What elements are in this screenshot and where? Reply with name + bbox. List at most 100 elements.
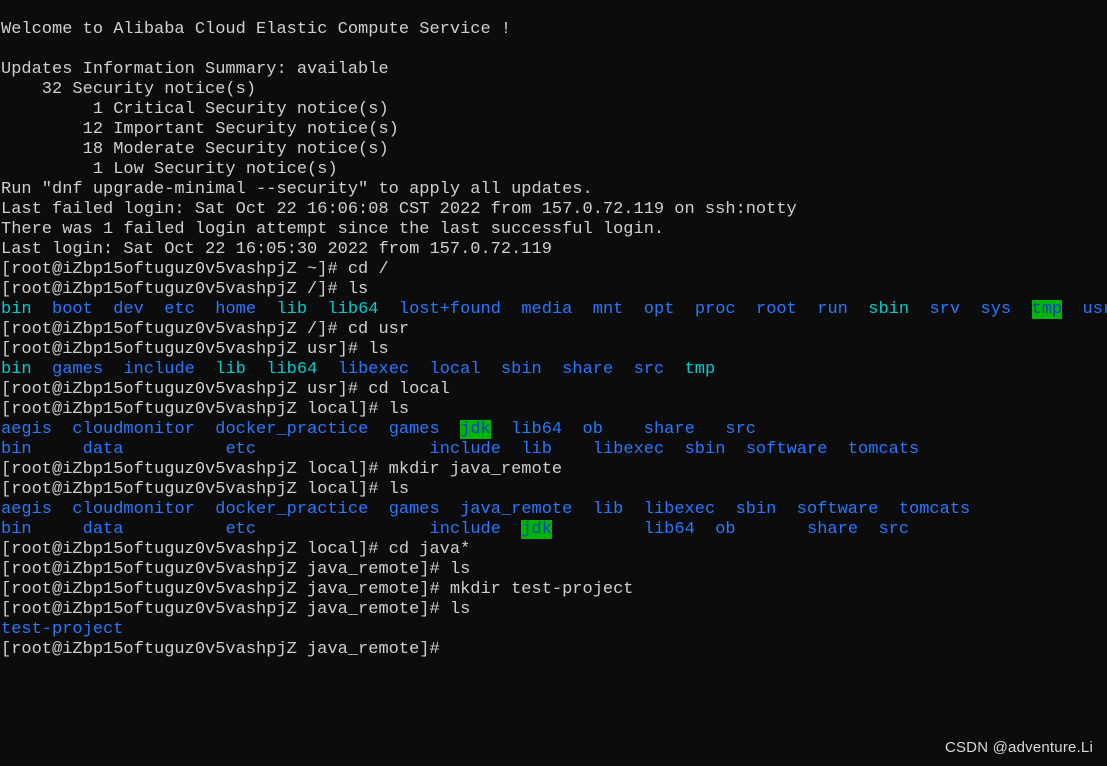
- ls-entry: bin: [1, 440, 32, 459]
- shell-prompt: [root@iZbp15oftuguz0v5vashpjZ java_remot…: [1, 640, 450, 659]
- ls-output-root: bin boot dev etc home lib lib64 lost+fou…: [0, 300, 1107, 320]
- command-text: ls: [449, 600, 471, 619]
- ls-entry-spacer: [491, 420, 511, 439]
- ls-entry-spacer: [572, 300, 592, 319]
- ls-entry: ob: [715, 520, 736, 539]
- command-line-mkdir-test-project: [root@iZbp15oftuguz0v5vashpjZ java_remot…: [0, 580, 1107, 600]
- ls-entry-spacer: [715, 500, 735, 519]
- ls-entry: tomcats: [898, 500, 971, 519]
- ls-entry-spacer: [501, 440, 521, 459]
- ls-entry-spacer: [52, 500, 72, 519]
- ls-entry-spacer: [664, 360, 684, 379]
- ls-entry-spacer: [695, 420, 726, 439]
- ls-entry: lib64: [266, 360, 318, 379]
- ls-entry: lib64: [327, 300, 379, 319]
- ls-output-local-before-row2: bin data etc include lib libexec sbin so…: [0, 440, 1107, 460]
- ls-entry: libexec: [643, 500, 716, 519]
- shell-prompt: [root@iZbp15oftuguz0v5vashpjZ local]#: [1, 400, 389, 419]
- ls-entry-spacer: [32, 520, 83, 539]
- ls-entry: data: [82, 520, 124, 539]
- ls-entry: lib: [521, 440, 552, 459]
- ls-entry: etc: [164, 300, 195, 319]
- ls-entry: docker_practice: [215, 500, 369, 519]
- ls-entry: src: [725, 420, 756, 439]
- command-text: ls: [449, 560, 471, 579]
- ls-entry-spacer: [1011, 300, 1031, 319]
- ls-entry-spacer: [246, 360, 266, 379]
- command-text: cd java*: [388, 540, 471, 559]
- command-text: ls: [347, 280, 369, 299]
- ls-entry-spacer: [256, 300, 276, 319]
- ls-entry: software: [745, 440, 828, 459]
- command-line-final-prompt[interactable]: [root@iZbp15oftuguz0v5vashpjZ java_remot…: [0, 640, 1107, 660]
- ls-entry: etc: [225, 440, 257, 459]
- ls-entry: jdk: [460, 420, 491, 439]
- ls-entry-spacer: [695, 520, 715, 539]
- ls-entry: games: [52, 360, 104, 379]
- ls-entry-spacer: [664, 440, 684, 459]
- command-line-ls-root: [root@iZbp15oftuguz0v5vashpjZ /]# ls: [0, 280, 1107, 300]
- watermark-label: CSDN @adventure.Li: [944, 739, 1093, 756]
- ls-entry: games: [388, 420, 440, 439]
- ls-entry: cloudmonitor: [72, 500, 195, 519]
- ls-entry-spacer: [195, 360, 215, 379]
- ls-entry: sbin: [684, 440, 726, 459]
- ls-entry: bin: [1, 360, 32, 379]
- ls-entry-spacer: [368, 500, 388, 519]
- ls-entry: games: [388, 500, 440, 519]
- ls-entry-spacer: [307, 300, 327, 319]
- ls-entry-spacer: [797, 300, 817, 319]
- ls-entry-spacer: [32, 360, 52, 379]
- ls-entry: software: [796, 500, 879, 519]
- ls-entry-spacer: [501, 520, 521, 539]
- shell-prompt: [root@iZbp15oftuguz0v5vashpjZ java_remot…: [1, 580, 450, 599]
- ls-entry-spacer: [552, 440, 593, 459]
- ls-entry: share: [562, 360, 614, 379]
- ls-entry-spacer: [440, 420, 460, 439]
- ls-entry: sbin: [735, 500, 777, 519]
- ls-entry: home: [215, 300, 257, 319]
- command-line-mkdir-java-remote: [root@iZbp15oftuguz0v5vashpjZ local]# mk…: [0, 460, 1107, 480]
- ls-entry: sys: [980, 300, 1012, 319]
- ls-entry-spacer: [572, 500, 592, 519]
- banner-failed-attempts: There was 1 failed login attempt since t…: [1, 220, 665, 239]
- banner-last-failed-login: Last failed login: Sat Oct 22 16:06:08 C…: [1, 200, 797, 219]
- ls-entry: srv: [929, 300, 961, 319]
- terminal-window[interactable]: Welcome to Alibaba Cloud Elastic Compute…: [0, 0, 1107, 766]
- ls-entry: jdk: [521, 520, 552, 539]
- banner-run-hint: Run "dnf upgrade-minimal --security" to …: [1, 180, 593, 199]
- command-line-ls-usr: [root@iZbp15oftuguz0v5vashpjZ usr]# ls: [0, 340, 1107, 360]
- ls-entry: dev: [113, 300, 144, 319]
- command-text: mkdir test-project: [449, 580, 634, 599]
- ls-entry-spacer: [736, 520, 807, 539]
- ls-output-usr: bin games include lib lib64 libexec loca…: [0, 360, 1107, 380]
- ls-entry: libexec: [337, 360, 410, 379]
- command-line-cd-local: [root@iZbp15oftuguz0v5vashpjZ usr]# cd l…: [0, 380, 1107, 400]
- command-line-ls-local-after: [root@iZbp15oftuguz0v5vashpjZ local]# ls: [0, 480, 1107, 500]
- command-text: cd usr: [347, 320, 410, 339]
- ls-entry: usr: [1082, 300, 1107, 319]
- ls-entry-spacer: [123, 440, 225, 459]
- banner-notice-total: 32 Security notice(s): [1, 80, 257, 99]
- shell-prompt: [root@iZbp15oftuguz0v5vashpjZ /]#: [1, 320, 348, 339]
- ls-entry-spacer: [542, 360, 562, 379]
- command-line-cd-java-glob: [root@iZbp15oftuguz0v5vashpjZ local]# cd…: [0, 540, 1107, 560]
- ls-entry-spacer: [1062, 300, 1082, 319]
- ls-entry: lib: [276, 300, 308, 319]
- ls-entry-spacer: [256, 440, 429, 459]
- command-line-cd-root: [root@iZbp15oftuguz0v5vashpjZ ~]# cd /: [0, 260, 1107, 280]
- ls-entry-spacer: [32, 440, 83, 459]
- ls-entry: src: [633, 360, 665, 379]
- ls-entry-spacer: [623, 500, 643, 519]
- ls-entry-spacer: [123, 520, 225, 539]
- ls-entry: include: [123, 360, 195, 379]
- ls-entry-spacer: [144, 300, 164, 319]
- ls-entry-spacer: [736, 300, 756, 319]
- ls-entry: aegis: [1, 420, 53, 439]
- ls-entry-spacer: [674, 300, 694, 319]
- command-line-cd-usr: [root@iZbp15oftuguz0v5vashpjZ /]# cd usr: [0, 320, 1107, 340]
- ls-entry: local: [429, 360, 481, 379]
- ls-entry: boot: [52, 300, 93, 319]
- shell-prompt: [root@iZbp15oftuguz0v5vashpjZ local]#: [1, 540, 389, 559]
